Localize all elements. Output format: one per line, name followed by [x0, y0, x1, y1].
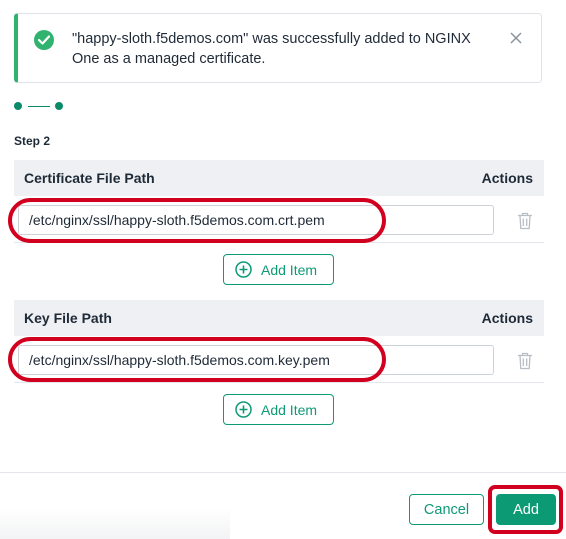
step-label: Step 2	[14, 134, 51, 148]
close-icon[interactable]	[509, 31, 523, 45]
check-circle-icon	[34, 30, 54, 50]
step-1-dot	[14, 102, 22, 110]
step-progress-indicator	[14, 101, 64, 111]
drawer-shadow	[0, 508, 230, 539]
certificate-table-header: Certificate File Path Actions	[14, 160, 544, 196]
footer-divider	[0, 472, 566, 473]
add-button[interactable]: Add	[496, 494, 556, 525]
add-certificate-item-button[interactable]: Add Item	[223, 254, 334, 285]
success-toast: "happy-sloth.f5demos.com" was successful…	[14, 13, 542, 83]
cancel-button[interactable]: Cancel	[409, 494, 484, 525]
add-item-label: Add Item	[261, 402, 318, 418]
step-2-dot	[55, 102, 63, 110]
certificate-path-input[interactable]	[18, 205, 494, 235]
actions-column-header: Actions	[481, 170, 533, 186]
certificate-path-row	[14, 199, 544, 243]
trash-icon[interactable]	[517, 212, 533, 230]
toast-message: "happy-sloth.f5demos.com" was successful…	[72, 31, 471, 67]
key-path-column-header: Key File Path	[24, 310, 112, 326]
plus-circle-icon	[235, 261, 252, 278]
add-item-label: Add Item	[261, 262, 318, 278]
actions-column-header: Actions	[481, 310, 533, 326]
trash-icon[interactable]	[517, 352, 533, 370]
key-path-row	[14, 339, 544, 383]
certificate-path-column-header: Certificate File Path	[24, 170, 155, 186]
add-key-item-button[interactable]: Add Item	[223, 394, 334, 425]
step-connector	[28, 106, 50, 107]
plus-circle-icon	[235, 401, 252, 418]
key-table-header: Key File Path Actions	[14, 300, 544, 336]
key-path-input[interactable]	[18, 345, 494, 375]
